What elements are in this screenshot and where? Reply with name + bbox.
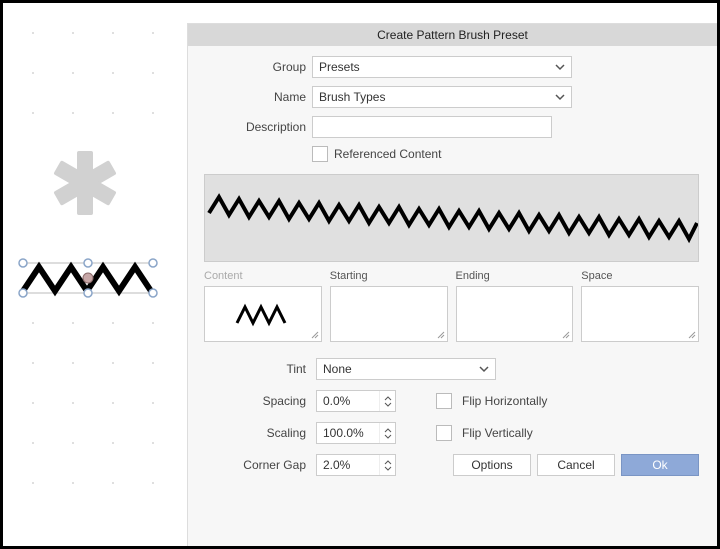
spacing-value: 0.0% [317, 394, 379, 408]
canvas-shape-asterisk[interactable] [53, 151, 116, 215]
scaling-stepper[interactable]: 100.0% [316, 422, 396, 444]
zigzag-small-icon [233, 299, 293, 329]
dialog-title: Create Pattern Brush Preset [188, 24, 717, 46]
stepper-arrows-icon[interactable] [379, 423, 395, 443]
starting-thumb[interactable] [330, 286, 448, 342]
zigzag-preview-icon [205, 183, 698, 253]
resize-grip-icon [311, 331, 319, 339]
chevron-down-icon [479, 365, 489, 373]
create-pattern-brush-dialog: Create Pattern Brush Preset Group Preset… [187, 23, 717, 546]
options-button[interactable]: Options [453, 454, 531, 476]
description-input[interactable] [312, 116, 552, 138]
flip-v-label: Flip Vertically [462, 426, 533, 440]
spacing-stepper[interactable]: 0.0% [316, 390, 396, 412]
corner-gap-stepper[interactable]: 2.0% [316, 454, 396, 476]
stepper-arrows-icon[interactable] [379, 391, 395, 411]
tint-label: Tint [206, 362, 306, 376]
flip-h-label: Flip Horizontally [462, 394, 547, 408]
description-label: Description [206, 120, 306, 134]
referenced-content-label: Referenced Content [334, 147, 441, 161]
space-thumb[interactable] [581, 286, 699, 342]
group-label: Group [206, 60, 306, 74]
canvas-area[interactable] [3, 3, 187, 546]
scaling-label: Scaling [206, 426, 306, 440]
resize-grip-icon [688, 331, 696, 339]
starting-thumb-label: Starting [330, 270, 448, 282]
name-label: Name [206, 90, 306, 104]
group-select-value: Presets [319, 60, 360, 74]
corner-gap-value: 2.0% [317, 458, 379, 472]
resize-grip-icon [562, 331, 570, 339]
canvas-shape-zigzag[interactable] [19, 259, 157, 297]
stepper-arrows-icon[interactable] [379, 455, 395, 475]
corner-gap-label: Corner Gap [206, 458, 306, 472]
ending-thumb[interactable] [456, 286, 574, 342]
ok-button[interactable]: Ok [621, 454, 699, 476]
brush-preview [204, 174, 699, 262]
flip-v-checkbox[interactable] [436, 425, 452, 441]
content-thumb-label: Content [204, 270, 322, 282]
referenced-content-checkbox[interactable] [312, 146, 328, 162]
name-select[interactable]: Brush Types [312, 86, 572, 108]
content-thumb[interactable] [204, 286, 322, 342]
tint-select[interactable]: None [316, 358, 496, 380]
ending-thumb-label: Ending [456, 270, 574, 282]
space-thumb-label: Space [581, 270, 699, 282]
cancel-button[interactable]: Cancel [537, 454, 615, 476]
scaling-value: 100.0% [317, 426, 379, 440]
flip-h-checkbox[interactable] [436, 393, 452, 409]
chevron-down-icon [555, 93, 565, 101]
tint-select-value: None [323, 362, 352, 376]
resize-grip-icon [437, 331, 445, 339]
name-select-value: Brush Types [319, 90, 385, 104]
spacing-label: Spacing [206, 394, 306, 408]
chevron-down-icon [555, 63, 565, 71]
group-select[interactable]: Presets [312, 56, 572, 78]
